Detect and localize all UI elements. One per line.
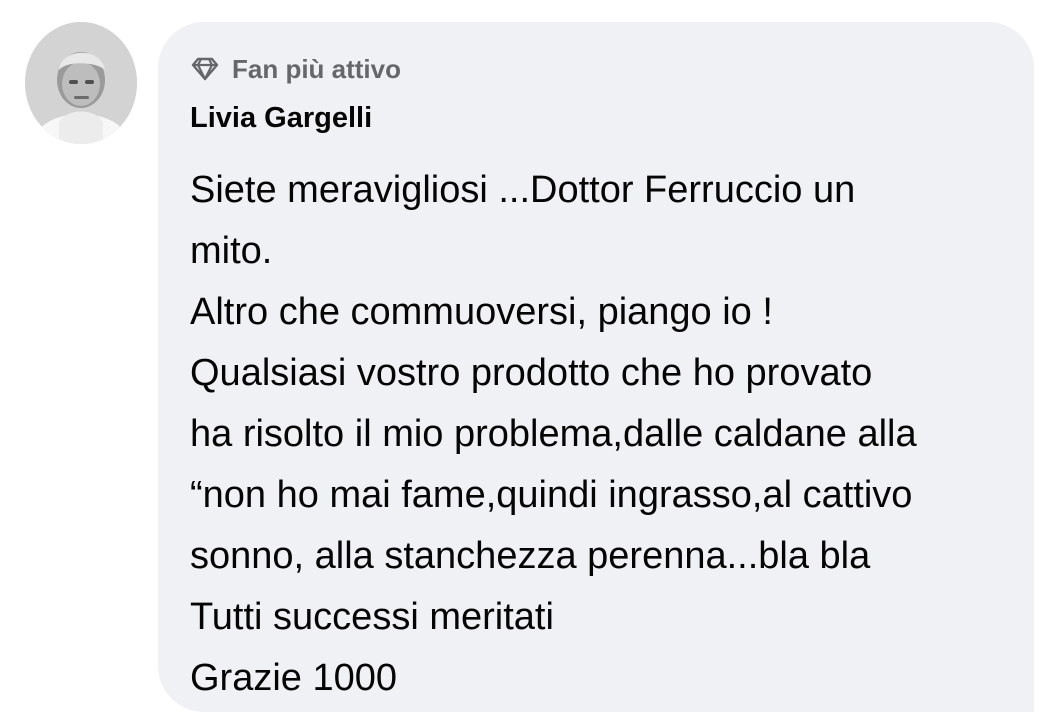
comment-line: “non ho mai fame,quindi ingrasso,al catt… [190,474,913,516]
comment-line: Qualsiasi vostro prodotto che ho provato [190,352,873,394]
author-name[interactable]: Livia Gargelli [190,102,372,135]
comment-line: Altro che commuoversi, piango io ! [190,291,773,333]
comment-line: Siete meravigliosi ...Dottor Ferruccio u… [190,169,856,211]
comment-line: Grazie 1000 [190,657,398,699]
comment-text: Siete meravigliosi ...Dottor Ferruccio u… [190,160,1030,709]
comment-line: ha risolto il mio problema,dalle caldane… [190,413,917,455]
diamond-icon [190,56,220,82]
top-fan-badge: Fan più attivo [190,52,401,86]
comment-line: sonno, alla stanchezza perenna...bla bla [190,535,871,577]
profile-photo [25,22,137,144]
comment-line: Tutti successi meritati [190,596,554,638]
comment-bubble: Fan più attivo Livia Gargelli Siete mera… [158,22,1034,712]
comment-line: mito. [190,230,273,272]
comment: Fan più attivo Livia Gargelli Siete mera… [0,0,1062,712]
avatar[interactable] [25,22,137,144]
badge-label: Fan più attivo [232,53,401,84]
